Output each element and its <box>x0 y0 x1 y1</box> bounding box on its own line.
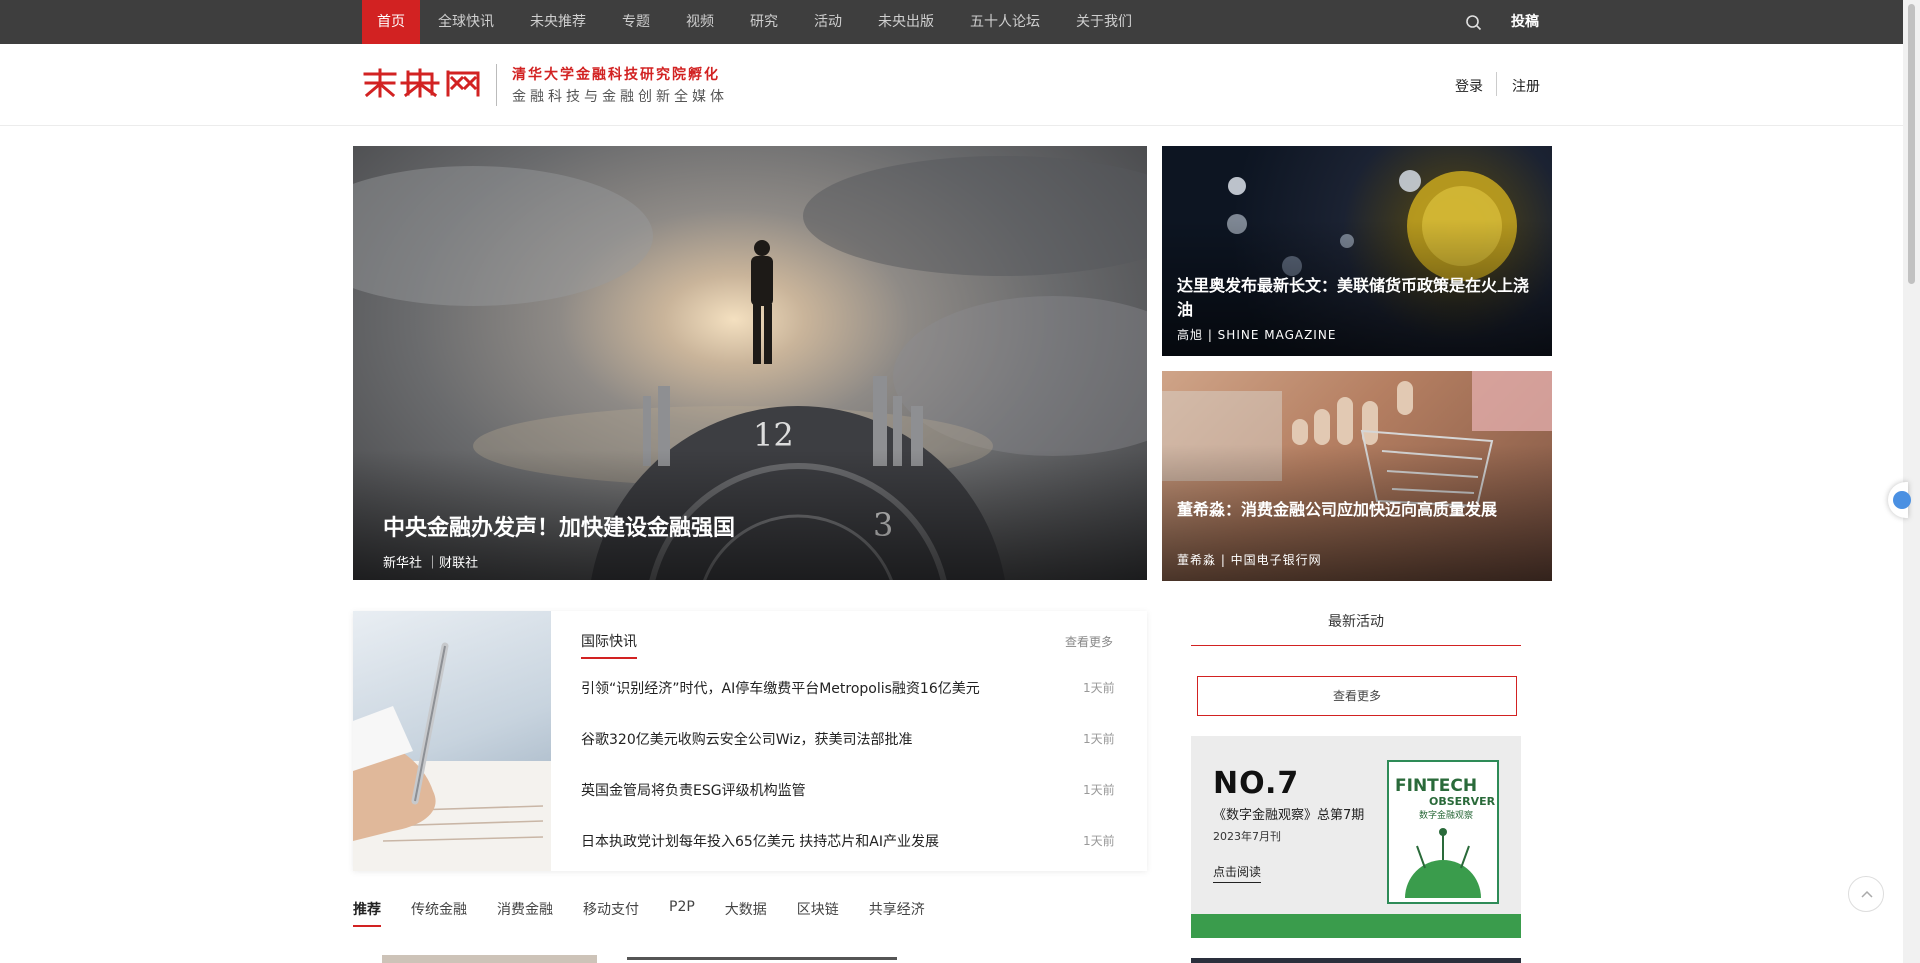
nav-research[interactable]: 研究 <box>732 0 796 44</box>
magazine-ad-banner[interactable]: NO.7 《数字金融观察》总第7期 2023年7月刊 点击阅读 FINTECH … <box>1191 736 1521 938</box>
search-icon[interactable] <box>1464 13 1484 33</box>
ad-green-strip <box>1191 914 1521 938</box>
register-link[interactable]: 注册 <box>1512 76 1540 96</box>
activity-more-button[interactable]: 查看更多 <box>1197 676 1517 716</box>
hero-side-sources: 高旭 | SHINE MAGAZINE <box>1177 328 1337 342</box>
news-item-title[interactable]: 引领“识别经济”时代，AI停车缴费平台Metropolis融资16亿美元 <box>581 678 980 698</box>
tab-blockchain[interactable]: 区块链 <box>797 899 839 927</box>
magazine-cover[interactable]: FINTECH OBSERVER 数字金融观察 <box>1387 760 1499 904</box>
nav-recommend[interactable]: 未央推荐 <box>512 0 604 44</box>
news-item[interactable]: 日本执政党计划每年投入65亿美元 扶持芯片和AI产业发展 1天前 <box>581 831 1121 855</box>
nav-about[interactable]: 关于我们 <box>1058 0 1150 44</box>
hero-side-shade <box>1162 371 1552 581</box>
nav-publishing[interactable]: 未央出版 <box>860 0 952 44</box>
login-link[interactable]: 登录 <box>1455 76 1483 96</box>
nav-events[interactable]: 活动 <box>796 0 860 44</box>
tab-sharing-economy[interactable]: 共享经济 <box>869 899 925 927</box>
nav-topics[interactable]: 专题 <box>604 0 668 44</box>
tab-traditional-finance[interactable]: 传统金融 <box>411 899 467 927</box>
contribute-link[interactable]: 投稿 <box>1511 0 1539 44</box>
slogan-media: 金融科技与金融创新全媒体 <box>512 89 728 105</box>
cover-subtitle: 数字金融观察 <box>1419 811 1474 821</box>
svg-text:12: 12 <box>753 416 794 454</box>
news-item[interactable]: 引领“识别经济”时代，AI停车缴费平台Metropolis融资16亿美元 1天前 <box>581 678 1121 702</box>
back-to-top-button[interactable] <box>1848 876 1884 912</box>
hero-main-card[interactable]: 12 3 中央金融办发声！加快建设金融强国 新华社 ｜财联社 <box>353 146 1147 580</box>
news-item-title[interactable]: 谷歌320亿美元收购云安全公司Wiz，获美司法部批准 <box>581 729 913 749</box>
ad-read-link[interactable]: 点击阅读 <box>1213 863 1262 883</box>
auth-divider <box>1496 72 1497 96</box>
top-nav-bar: 首页 全球快讯 未央推荐 专题 视频 研究 活动 未央出版 五十人论坛 关于我们… <box>0 0 1903 44</box>
article-thumbnail[interactable] <box>382 955 597 963</box>
site-logo[interactable] <box>362 68 482 98</box>
news-more-link[interactable]: 查看更多 <box>1065 633 1113 650</box>
news-cover-image[interactable] <box>353 611 551 871</box>
cover-title-observer: OBSERVER <box>1429 795 1496 808</box>
news-item-title[interactable]: 日本执政党计划每年投入65亿美元 扶持芯片和AI产业发展 <box>581 831 939 851</box>
logo-divider <box>496 64 497 106</box>
hero-main-title[interactable]: 中央金融办发声！加快建设金融强国 <box>383 510 735 542</box>
news-item-time: 1天前 <box>1083 681 1115 695</box>
ad-issue-number: NO.7 <box>1213 766 1300 801</box>
hero-side-card[interactable]: 达里奥发布最新长文：美联储货币政策是在火上浇油 高旭 | SHINE MAGAZ… <box>1162 146 1552 356</box>
news-item-time: 1天前 <box>1083 732 1115 746</box>
cover-title-fintech: FINTECH <box>1395 776 1478 796</box>
hero-side-title[interactable]: 达里奥发布最新长文：美联储货币政策是在火上浇油 <box>1177 274 1537 322</box>
news-item[interactable]: 谷歌320亿美元收购云安全公司Wiz，获美司法部批准 1天前 <box>581 729 1121 753</box>
ad-issue-date: 2023年7月刊 <box>1213 830 1281 843</box>
pen-writing-image <box>353 642 551 871</box>
nav-forum[interactable]: 五十人论坛 <box>952 0 1058 44</box>
scrollbar-thumb[interactable] <box>1908 4 1915 284</box>
cover-globe-illustration <box>1405 828 1481 898</box>
news-item-time: 1天前 <box>1083 783 1115 797</box>
nav-video[interactable]: 视频 <box>668 0 732 44</box>
article-title-cut[interactable] <box>627 955 927 963</box>
hero-side-title[interactable]: 董希淼：消费金融公司应加快迈向高质量发展 <box>1177 498 1537 522</box>
ad-issue-title: 《数字金融观察》总第7期 <box>1213 808 1365 823</box>
latest-activity-title: 最新活动 <box>1191 611 1521 646</box>
hero-side-shade <box>1162 146 1552 356</box>
news-item-title[interactable]: 英国金管局将负责ESG评级机构监管 <box>581 780 806 800</box>
chevron-up-icon <box>1861 890 1873 898</box>
tab-p2p[interactable]: P2P <box>669 899 695 927</box>
hero-main-caption: 中央金融办发声！加快建设金融强国 新华社 ｜财联社 <box>353 450 1147 580</box>
tab-consumer-finance[interactable]: 消费金融 <box>497 899 553 927</box>
site-header: 清华大学金融科技研究院孵化 金融科技与金融创新全媒体 登录 注册 <box>0 44 1903 126</box>
nav-global-news[interactable]: 全球快讯 <box>420 0 512 44</box>
hero-side-sources: 董希淼 | 中国电子银行网 <box>1177 553 1322 567</box>
news-section-title[interactable]: 国际快讯 <box>581 631 637 659</box>
international-news-box: 国际快讯 查看更多 引领“识别经济”时代，AI停车缴费平台Metropolis融… <box>353 611 1147 871</box>
hero-side-card[interactable]: 董希淼：消费金融公司应加快迈向高质量发展 董希淼 | 中国电子银行网 <box>1162 371 1552 581</box>
ad-banner-next[interactable] <box>1191 958 1521 963</box>
news-item[interactable]: 英国金管局将负责ESG评级机构监管 1天前 <box>581 780 1121 804</box>
category-tabs: 推荐 传统金融 消费金融 移动支付 P2P 大数据 区块链 共享经济 <box>353 899 955 927</box>
main-nav: 首页 全球快讯 未央推荐 专题 视频 研究 活动 未央出版 五十人论坛 关于我们 <box>362 0 1150 44</box>
hero-main-sources: 新华社 ｜财联社 <box>383 556 479 571</box>
floating-assistant-tab[interactable] <box>1888 482 1911 518</box>
news-item-time: 1天前 <box>1083 834 1115 848</box>
assistant-icon <box>1893 491 1911 509</box>
tab-mobile-payment[interactable]: 移动支付 <box>583 899 639 927</box>
slogan-incubated: 清华大学金融科技研究院孵化 <box>512 67 720 83</box>
tab-recommend[interactable]: 推荐 <box>353 899 381 927</box>
tab-big-data[interactable]: 大数据 <box>725 899 767 927</box>
nav-home[interactable]: 首页 <box>362 0 420 44</box>
